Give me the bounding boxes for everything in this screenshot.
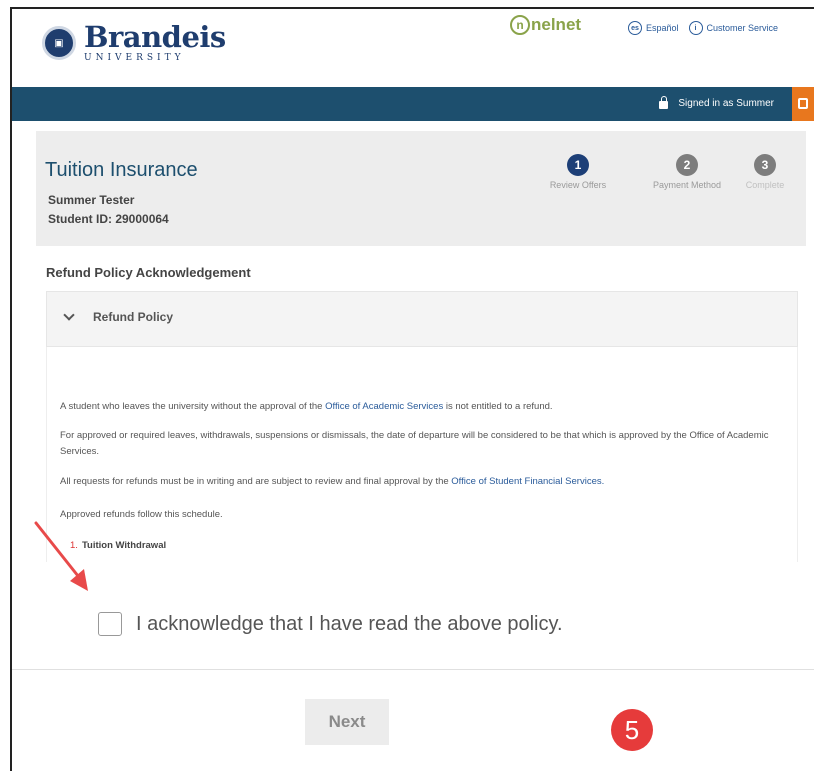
financial-services-link[interactable]: Office of Student Financial Services. xyxy=(451,476,604,487)
account-bar: Signed in as Summer xyxy=(12,87,814,121)
sign-out-button[interactable] xyxy=(792,87,814,121)
step-1-number: 1 xyxy=(567,154,589,176)
acknowledge-row[interactable]: I acknowledge that I have read the above… xyxy=(98,612,563,636)
signed-in-status: Signed in as Summer xyxy=(659,96,774,109)
signed-in-label: Signed in as Summer xyxy=(678,98,774,109)
step-payment-method: 2 Payment Method xyxy=(642,154,732,190)
site-header: ▣ Brandeis UNIVERSITY n nelnet es Españo… xyxy=(12,9,814,87)
step-complete: 3 Complete xyxy=(720,154,810,190)
section-heading: Refund Policy Acknowledgement xyxy=(46,265,251,280)
language-link-label: Español xyxy=(646,23,679,33)
language-icon: es xyxy=(628,21,642,35)
policy-body: A student who leaves the university with… xyxy=(46,347,798,562)
policy-text: A student who leaves the university with… xyxy=(60,401,326,412)
academic-services-link[interactable]: Office of Academic Services xyxy=(325,401,443,412)
university-seal-icon: ▣ xyxy=(42,26,76,60)
info-icon: i xyxy=(688,21,703,35)
accordion-label: Refund Policy xyxy=(93,310,174,324)
policy-text: All requests for refunds must be in writ… xyxy=(60,476,452,487)
lock-icon xyxy=(659,96,669,109)
step-3-number: 3 xyxy=(754,154,776,176)
step-number-badge: 5 xyxy=(611,709,653,751)
page-frame: ▣ Brandeis UNIVERSITY n nelnet es Españo… xyxy=(10,7,814,771)
step-3-label: Complete xyxy=(745,180,785,190)
brandeis-logo[interactable]: ▣ Brandeis UNIVERSITY xyxy=(42,23,226,63)
chevron-down-icon xyxy=(63,309,75,321)
student-name: Summer Tester xyxy=(48,193,135,207)
step-review-offers: 1 Review Offers xyxy=(533,154,623,190)
step-2-number: 2 xyxy=(676,154,698,176)
customer-service-label: Customer Service xyxy=(706,23,779,33)
sign-out-icon xyxy=(798,98,808,109)
student-id: Student ID: 29000064 xyxy=(48,212,169,226)
policy-paragraph: All requests for refunds must be in writ… xyxy=(60,474,780,490)
header-links: es Español i Customer Service xyxy=(628,21,788,35)
title-panel: Tuition Insurance Summer Tester Student … xyxy=(36,131,806,246)
acknowledge-label[interactable]: I acknowledge that I have read the above… xyxy=(136,613,563,636)
policy-text: is not entitled to a refund. xyxy=(443,401,553,412)
nelnet-logo: n nelnet xyxy=(510,15,581,35)
acknowledge-checkbox[interactable] xyxy=(98,612,122,636)
step-2-label: Payment Method xyxy=(652,180,722,190)
divider xyxy=(12,669,814,670)
page-title: Tuition Insurance xyxy=(45,159,198,181)
policy-paragraph: Approved refunds follow this schedule. xyxy=(60,509,223,520)
policy-paragraph: A student who leaves the university with… xyxy=(60,399,780,415)
policy-paragraph: For approved or required leaves, withdra… xyxy=(60,430,769,457)
language-link[interactable]: es Español xyxy=(628,21,679,35)
red-arrow-icon xyxy=(34,521,88,591)
nelnet-icon: n xyxy=(510,15,530,35)
nelnet-name: nelnet xyxy=(531,15,582,34)
refund-policy-accordion[interactable]: Refund Policy xyxy=(46,291,798,347)
logo-name: Brandeis xyxy=(84,20,226,54)
logo-subtitle: UNIVERSITY xyxy=(84,53,185,63)
step-1-label: Review Offers xyxy=(549,180,607,190)
next-button[interactable]: Next xyxy=(305,699,389,745)
customer-service-link[interactable]: i Customer Service xyxy=(688,21,779,35)
